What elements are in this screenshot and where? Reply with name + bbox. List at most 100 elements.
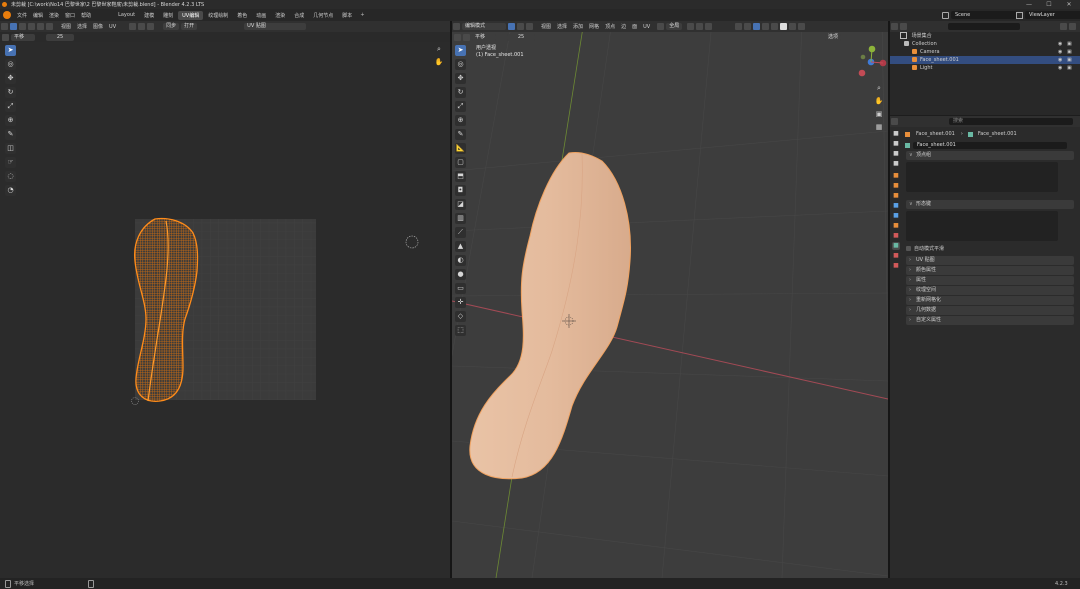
spin-icon[interactable]: ◐ (455, 255, 466, 266)
viewport-menu-5[interactable]: 边 (618, 23, 629, 30)
properties-tab-0-icon[interactable]: ■ (892, 130, 900, 138)
uv-canvas[interactable] (0, 21, 450, 578)
cursor-icon[interactable]: ◎ (455, 59, 466, 70)
panel-4[interactable]: › 重新网格化 (906, 296, 1074, 305)
filter-icon[interactable] (1060, 23, 1067, 30)
vp-tool-value-field[interactable]: 25 (507, 33, 535, 41)
render-camera-icon[interactable]: ▣ (1067, 56, 1072, 64)
shrink-icon[interactable]: ✛ (455, 297, 466, 308)
transform-icon[interactable]: ⊕ (455, 115, 466, 126)
proportional-icon[interactable] (705, 23, 713, 30)
properties-tab-1-icon[interactable]: ■ (892, 140, 900, 148)
vertex-groups-list[interactable] (906, 162, 1058, 192)
close-button[interactable]: ✕ (1060, 0, 1078, 9)
workspace-tab-10[interactable]: 脚本 (338, 11, 356, 20)
visibility-eye-icon[interactable]: ◉ (1058, 56, 1062, 64)
gizmo-toggle-icon[interactable] (744, 23, 752, 30)
measure-icon[interactable]: 📐 (455, 143, 466, 154)
uv-2d-cursor-icon[interactable] (405, 235, 419, 249)
maximize-button[interactable]: ☐ (1040, 0, 1058, 9)
properties-tab-5-icon[interactable]: ■ (892, 182, 900, 190)
workspace-tab-9[interactable]: 几何节点 (309, 11, 337, 20)
panel-shape-keys[interactable]: ∨ 形态键 (906, 200, 1074, 209)
properties-editor-icon[interactable] (891, 118, 898, 125)
panel-1[interactable]: › 颜色属性 (906, 266, 1074, 275)
viewport-menu-4[interactable]: 顶点 (602, 23, 618, 30)
options-dropdown[interactable]: 选项 (825, 33, 842, 41)
edge-mode-icon[interactable] (517, 23, 524, 30)
outliner-item-2[interactable]: Face_sheet.001 ◉ ▣ (890, 56, 1080, 64)
shear-icon[interactable]: ◇ (455, 311, 466, 322)
sole-mesh[interactable] (469, 152, 631, 480)
menu-2[interactable]: 渲染 (46, 12, 62, 19)
workspace-tab-4[interactable]: 纹理绘制 (204, 11, 232, 20)
relative-checkbox[interactable] (906, 246, 911, 251)
properties-search-input[interactable]: 搜索 (949, 118, 1073, 125)
workspace-tab-2[interactable]: 雕刻 (159, 11, 177, 20)
rendered-shading-icon[interactable] (798, 23, 806, 30)
workspace-tab-7[interactable]: 渲染 (271, 11, 289, 20)
mode-selector[interactable]: 编辑模式 (462, 23, 506, 30)
visibility-eye-icon[interactable]: ◉ (1058, 40, 1062, 48)
move-icon[interactable]: ✥ (455, 73, 466, 84)
navigation-gizmo[interactable] (858, 43, 888, 81)
viewport-menu-7[interactable]: UV (640, 24, 653, 30)
wireframe-shading-icon[interactable] (771, 23, 779, 30)
render-camera-icon[interactable]: ▣ (1067, 64, 1072, 72)
outliner-item-1[interactable]: Camera ◉ ▣ (890, 48, 1080, 56)
display-mode-icon[interactable] (900, 23, 907, 30)
overlay-toggle-icon[interactable] (753, 23, 761, 30)
add-cube-icon[interactable]: ▢ (455, 157, 466, 168)
workspace-tab-8[interactable]: 合成 (290, 11, 308, 20)
properties-tab-12-icon[interactable]: ■ (892, 252, 900, 260)
properties-tab-13-icon[interactable]: ■ (892, 262, 900, 270)
workspace-tab-0[interactable]: Layout (114, 11, 139, 19)
xray-toggle-icon[interactable] (762, 23, 770, 30)
loop-cut-icon[interactable]: ▥ (455, 213, 466, 224)
panel-0[interactable]: › UV 贴图 (906, 256, 1074, 265)
view-layer-selector[interactable]: ViewLayer (1025, 11, 1080, 19)
extrude-icon[interactable]: ⬒ (455, 171, 466, 182)
properties-tab-10-icon[interactable]: ■ (892, 232, 900, 240)
scale-icon[interactable]: ⤢ (455, 101, 466, 112)
snap-toggle-icon[interactable] (696, 23, 704, 30)
select-icon[interactable]: ➤ (455, 45, 466, 56)
inset-icon[interactable]: ◘ (455, 185, 466, 196)
blender-menu-icon[interactable] (3, 11, 11, 19)
orientation-selector[interactable]: 全局 (666, 23, 683, 30)
workspace-tab-5[interactable]: 着色 (233, 11, 251, 20)
viewport-menu-6[interactable]: 面 (629, 23, 640, 30)
visibility-eye-icon[interactable]: ◉ (1058, 64, 1062, 72)
menu-3[interactable]: 窗口 (62, 12, 78, 19)
visibility-icon[interactable] (735, 23, 743, 30)
menu-1[interactable]: 编辑 (30, 12, 46, 19)
properties-tab-9-icon[interactable]: ■ (892, 222, 900, 230)
shape-keys-list[interactable] (906, 211, 1058, 241)
properties-tab-3-icon[interactable]: ■ (892, 160, 900, 168)
edge-slide-icon[interactable]: ▭ (455, 283, 466, 294)
menu-4[interactable]: 帮助 (78, 12, 94, 19)
minimize-button[interactable]: — (1020, 0, 1038, 9)
vertex-mode-icon[interactable] (508, 23, 515, 30)
poly-build-icon[interactable]: ▲ (455, 241, 466, 252)
workspace-tab-6[interactable]: 动画 (252, 11, 270, 20)
properties-tab-6-icon[interactable]: ■ (892, 192, 900, 200)
panel-2[interactable]: › 属性 (906, 276, 1074, 285)
viewport-menu-3[interactable]: 网格 (586, 23, 602, 30)
viewport-canvas[interactable] (452, 21, 888, 578)
visibility-eye-icon[interactable]: ◉ (1058, 48, 1062, 56)
rip-region-icon[interactable]: ⬚ (455, 325, 466, 336)
render-camera-icon[interactable]: ▣ (1067, 48, 1072, 56)
material-shading-icon[interactable] (789, 23, 797, 30)
outliner-item-3[interactable]: Light ◉ ▣ (890, 64, 1080, 72)
viewport-menu-2[interactable]: 添加 (570, 23, 586, 30)
knife-icon[interactable]: ⟋ (455, 227, 466, 238)
panel-3[interactable]: › 纹理空间 (906, 286, 1074, 295)
properties-tab-8-icon[interactable]: ■ (892, 212, 900, 220)
scene-collection-row[interactable]: 场景集合 (890, 32, 1080, 40)
face-mode-icon[interactable] (526, 23, 533, 30)
viewport-menu-0[interactable]: 视图 (538, 23, 554, 30)
outliner-editor-icon[interactable] (891, 23, 898, 30)
render-camera-icon[interactable]: ▣ (1067, 40, 1072, 48)
scene-selector[interactable]: Scene (951, 11, 1017, 19)
